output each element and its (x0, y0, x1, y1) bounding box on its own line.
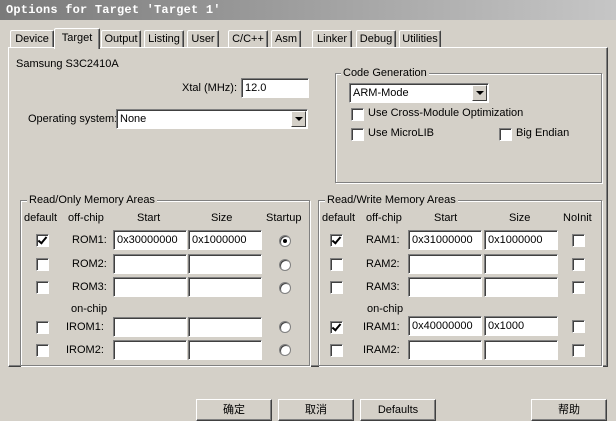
defaults-button[interactable]: Defaults (360, 399, 436, 421)
big-endian-label: Big Endian (516, 127, 570, 139)
iram1-start-input[interactable]: 0x40000000 (408, 316, 482, 336)
irom2-startup-radio[interactable] (279, 344, 291, 356)
ram1-start-input[interactable]: 0x31000000 (408, 230, 482, 250)
chevron-down-icon[interactable] (291, 111, 306, 127)
ram3-noinit-checkbox[interactable] (572, 281, 585, 294)
big-endian-checkbox[interactable] (499, 128, 512, 141)
cross-module-label: Use Cross-Module Optimization (368, 107, 524, 119)
rom3-startup-radio[interactable] (279, 282, 291, 294)
rom-legend: Read/Only Memory Areas (27, 194, 157, 206)
cross-module-checkbox[interactable] (351, 108, 364, 121)
rom2-default-checkbox[interactable] (36, 258, 49, 271)
iram1-label: IRAM1: (363, 321, 400, 333)
ram1-default-checkbox[interactable] (330, 234, 343, 247)
ram-legend: Read/Write Memory Areas (325, 194, 458, 206)
irom1-default-checkbox[interactable] (36, 321, 49, 334)
ram1-noinit-checkbox[interactable] (572, 234, 585, 247)
microlib-checkbox[interactable] (351, 128, 364, 141)
device-name: Samsung S3C2410A (16, 58, 119, 70)
rom3-size-input[interactable] (188, 277, 262, 297)
tab-debug[interactable]: Debug (356, 30, 396, 47)
rom-header-size: Size (211, 212, 233, 224)
ram-header-offchip: off-chip (366, 212, 402, 224)
iram2-start-input[interactable] (408, 340, 482, 360)
tab-cpp[interactable]: C/C++ (228, 30, 268, 47)
chevron-down-icon[interactable] (472, 85, 487, 101)
xtal-input[interactable]: 12.0 (241, 78, 309, 98)
rom2-start-input[interactable] (113, 254, 187, 274)
ram1-label: RAM1: (366, 234, 400, 246)
iram1-size-input[interactable]: 0x1000 (484, 316, 558, 336)
iram1-default-checkbox[interactable] (330, 321, 343, 334)
ram3-label: RAM3: (366, 281, 400, 293)
code-generation-legend: Code Generation (341, 67, 429, 79)
tab-user[interactable]: User (187, 30, 219, 47)
help-button[interactable]: 帮助 (531, 399, 607, 421)
rom-header-startup: Startup (266, 212, 302, 224)
ram-header-default: default (322, 212, 356, 224)
ram2-start-input[interactable] (408, 254, 482, 274)
tab-target[interactable]: Target (54, 28, 100, 49)
irom1-label: IROM1: (66, 321, 104, 333)
ram-onchip-label: on-chip (367, 303, 404, 315)
rom2-size-input[interactable] (188, 254, 262, 274)
rom1-default-checkbox[interactable] (36, 234, 49, 247)
cancel-button[interactable]: 取消 (278, 399, 354, 421)
iram1-noinit-checkbox[interactable] (572, 320, 585, 333)
code-mode-select[interactable]: ARM-Mode (349, 83, 489, 103)
irom2-label: IROM2: (66, 344, 104, 356)
rom1-start-input[interactable]: 0x30000000 (113, 230, 187, 250)
irom2-default-checkbox[interactable] (36, 344, 49, 357)
tab-utilities[interactable]: Utilities (399, 30, 441, 47)
tab-output[interactable]: Output (101, 30, 141, 47)
ok-button[interactable]: 确定 (196, 399, 272, 421)
ram2-default-checkbox[interactable] (330, 258, 343, 271)
tab-asm[interactable]: Asm (271, 30, 301, 47)
tab-device[interactable]: Device (10, 30, 54, 47)
ram3-default-checkbox[interactable] (330, 281, 343, 294)
iram2-label: IRAM2: (363, 344, 400, 356)
os-select[interactable]: None (116, 109, 308, 129)
xtal-label: Xtal (MHz): (182, 82, 237, 94)
ram-header-start: Start (434, 212, 458, 224)
rom-header-default: default (24, 212, 58, 224)
microlib-label: Use MicroLIB (368, 127, 435, 139)
ram2-noinit-checkbox[interactable] (572, 258, 585, 271)
ram-header-noinit: NoInit (563, 212, 592, 224)
irom1-start-input[interactable] (113, 317, 187, 337)
tab-linker[interactable]: Linker (312, 30, 352, 47)
rom3-start-input[interactable] (113, 277, 187, 297)
ram1-size-input[interactable]: 0x1000000 (484, 230, 558, 250)
ram3-start-input[interactable] (408, 277, 482, 297)
rom-header-start: Start (137, 212, 161, 224)
window-title: Options for Target 'Target 1' (0, 0, 616, 20)
rom3-default-checkbox[interactable] (36, 281, 49, 294)
irom1-size-input[interactable] (188, 317, 262, 337)
irom1-startup-radio[interactable] (279, 321, 291, 333)
rom-onchip-label: on-chip (71, 303, 108, 315)
irom2-size-input[interactable] (188, 340, 262, 360)
rom1-size-input[interactable]: 0x1000000 (188, 230, 262, 250)
rom2-label: ROM2: (72, 258, 107, 270)
rom-header-offchip: off-chip (68, 212, 104, 224)
iram2-size-input[interactable] (484, 340, 558, 360)
os-select-value: None (120, 113, 147, 125)
code-mode-value: ARM-Mode (353, 87, 409, 99)
rom3-label: ROM3: (72, 281, 107, 293)
irom2-start-input[interactable] (113, 340, 187, 360)
tab-listing[interactable]: Listing (144, 30, 184, 47)
ram2-size-input[interactable] (484, 254, 558, 274)
rom1-label: ROM1: (72, 234, 107, 246)
ram3-size-input[interactable] (484, 277, 558, 297)
rom2-startup-radio[interactable] (279, 259, 291, 271)
rom1-startup-radio[interactable] (279, 235, 291, 247)
os-label: Operating system: (28, 113, 118, 125)
ram-header-size: Size (509, 212, 531, 224)
iram2-noinit-checkbox[interactable] (572, 344, 585, 357)
iram2-default-checkbox[interactable] (330, 344, 343, 357)
ram2-label: RAM2: (366, 258, 400, 270)
